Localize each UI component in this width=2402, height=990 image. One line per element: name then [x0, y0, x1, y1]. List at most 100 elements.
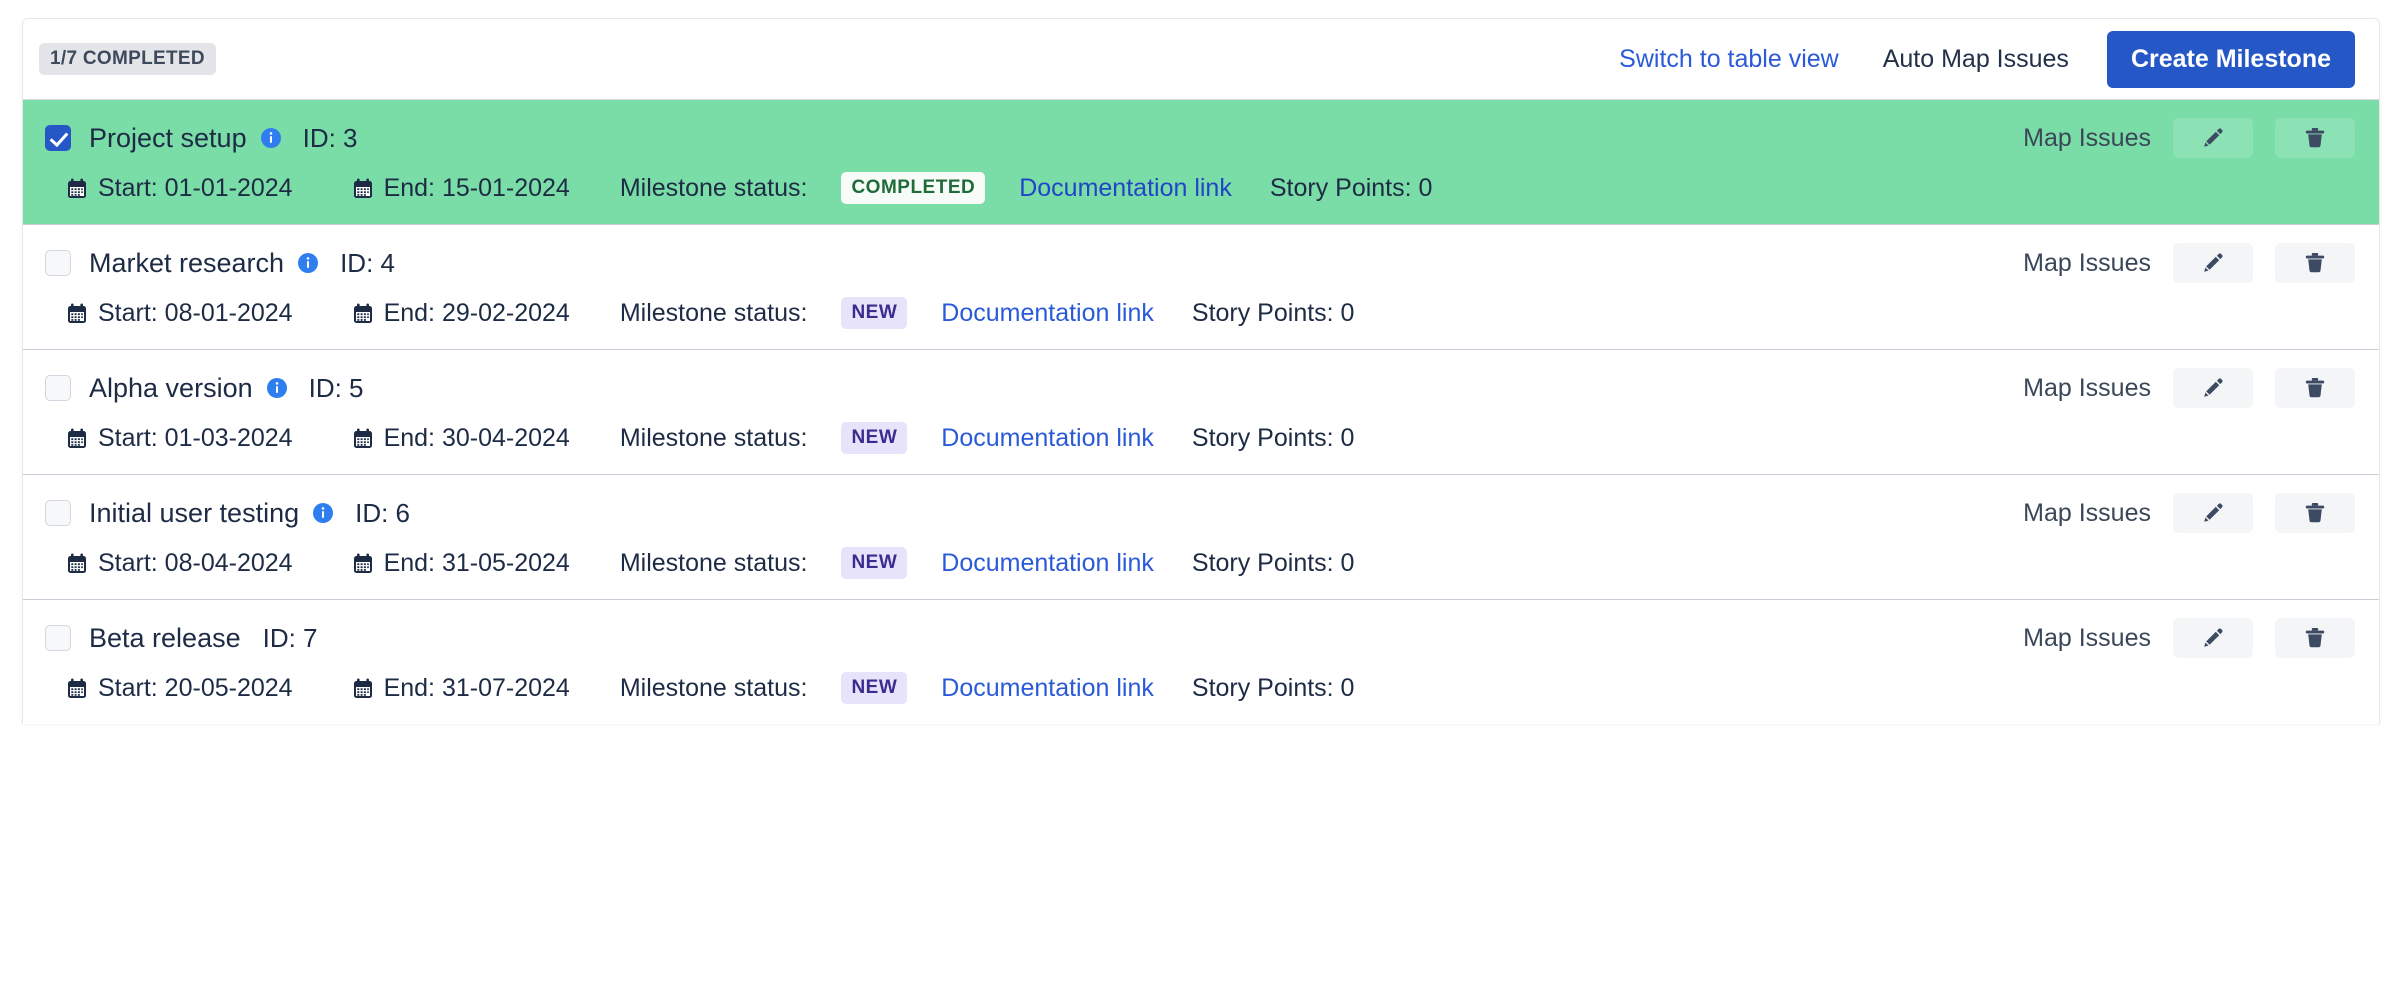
- milestone-id: ID: 6: [355, 498, 410, 529]
- milestone-checkbox[interactable]: [45, 250, 71, 276]
- calendar-icon: [353, 553, 373, 574]
- milestone-title-group: Alpha version ID: 5: [45, 373, 364, 404]
- documentation-link[interactable]: Documentation link: [941, 424, 1154, 453]
- milestone-checkbox[interactable]: [45, 375, 71, 401]
- calendar-icon: [67, 178, 87, 199]
- calendar-icon: [67, 678, 87, 699]
- status-badge: NEW: [841, 547, 907, 579]
- calendar-icon: [353, 303, 373, 324]
- milestone-id: ID: 5: [309, 373, 364, 404]
- progress-badge: 1/7 COMPLETED: [39, 43, 216, 75]
- calendar-icon: [353, 428, 373, 449]
- status-badge: NEW: [841, 672, 907, 704]
- documentation-link[interactable]: Documentation link: [941, 299, 1154, 328]
- status-badge: COMPLETED: [841, 172, 985, 204]
- info-icon[interactable]: [313, 503, 333, 523]
- milestone-checkbox[interactable]: [45, 125, 71, 151]
- milestone-status-label: Milestone status:: [620, 424, 808, 453]
- milestone-end-date: End: 31-05-2024: [353, 549, 570, 578]
- delete-milestone-button[interactable]: [2275, 493, 2355, 533]
- milestones-page: 1/7 COMPLETED Switch to table view Auto …: [0, 0, 2402, 990]
- milestone-start-date: Start: 01-03-2024: [67, 424, 293, 453]
- milestone-name: Project setup: [89, 123, 247, 154]
- map-issues-button[interactable]: Map Issues: [2023, 624, 2151, 653]
- milestone-status-label: Milestone status:: [620, 299, 808, 328]
- milestone-end-date: End: 15-01-2024: [353, 174, 570, 203]
- milestone-start-date: Start: 20-05-2024: [67, 674, 293, 703]
- milestone-row-header: Initial user testingID: 6 Map Issues: [23, 475, 2379, 533]
- milestone-row-header: Market researchID: 4Map Issues: [23, 225, 2379, 283]
- edit-milestone-button[interactable]: [2173, 493, 2253, 533]
- milestone-start-date: Start: 01-01-2024: [67, 174, 293, 203]
- milestone-start-date: Start: 08-04-2024: [67, 549, 293, 578]
- milestone-start-date: Start: 08-01-2024: [67, 299, 293, 328]
- milestone-row: Initial user testingID: 6 Map Issues Start…: [23, 474, 2379, 599]
- card-header: 1/7 COMPLETED Switch to table view Auto …: [23, 19, 2379, 99]
- milestone-end-date: End: 29-02-2024: [353, 299, 570, 328]
- story-points: Story Points: 0: [1270, 174, 1433, 203]
- edit-milestone-button[interactable]: [2173, 368, 2253, 408]
- create-milestone-button[interactable]: Create Milestone: [2107, 31, 2355, 88]
- milestone-row-details: Start: 01-01-2024End: 15-01-2024Mileston…: [23, 158, 2379, 224]
- milestone-end-date: End: 30-04-2024: [353, 424, 570, 453]
- calendar-icon: [67, 428, 87, 449]
- map-issues-button[interactable]: Map Issues: [2023, 374, 2151, 403]
- documentation-link[interactable]: Documentation link: [1019, 174, 1232, 203]
- trash-icon: [2303, 626, 2327, 650]
- trash-icon: [2303, 251, 2327, 275]
- documentation-link[interactable]: Documentation link: [941, 549, 1154, 578]
- milestones-card: 1/7 COMPLETED Switch to table view Auto …: [22, 18, 2380, 724]
- milestone-checkbox[interactable]: [45, 500, 71, 526]
- milestone-row-details: Start: 01-03-2024 End: 30-04-2024 Mileston…: [23, 408, 2379, 474]
- map-issues-button[interactable]: Map Issues: [2023, 249, 2151, 278]
- milestone-list: Project setup ID: 3 Map Issues Start: 01-01…: [23, 99, 2379, 724]
- delete-milestone-button[interactable]: [2275, 243, 2355, 283]
- edit-milestone-button[interactable]: [2173, 618, 2253, 658]
- story-points: Story Points: 0: [1192, 424, 1355, 453]
- milestone-row-details: Start: 08-04-2024End: 31-05-2024Mileston…: [23, 533, 2379, 599]
- milestone-status-label: Milestone status:: [620, 674, 808, 703]
- info-icon[interactable]: [267, 378, 287, 398]
- milestone-row-header: Beta release ID: 7 Map Issues: [23, 600, 2379, 658]
- pencil-icon: [2201, 251, 2225, 275]
- delete-milestone-button[interactable]: [2275, 368, 2355, 408]
- delete-milestone-button[interactable]: [2275, 118, 2355, 158]
- milestone-name: Alpha version: [89, 373, 253, 404]
- milestone-row: Alpha version ID: 5 Map Issues Start: 01-03…: [23, 349, 2379, 474]
- info-icon[interactable]: [261, 128, 281, 148]
- delete-milestone-button[interactable]: [2275, 618, 2355, 658]
- edit-milestone-button[interactable]: [2173, 243, 2253, 283]
- milestone-name: Beta release: [89, 623, 241, 654]
- milestone-id: ID: 7: [263, 623, 318, 654]
- map-issues-button[interactable]: Map Issues: [2023, 124, 2151, 153]
- milestone-title-group: Beta release ID: 7: [45, 623, 318, 654]
- switch-to-table-view-button[interactable]: Switch to table view: [1597, 45, 1861, 74]
- milestone-name: Market research: [89, 248, 284, 279]
- milestone-end-date: End: 31-07-2024: [353, 674, 570, 703]
- pencil-icon: [2201, 626, 2225, 650]
- milestone-row-header: Alpha version ID: 5 Map Issues: [23, 350, 2379, 408]
- story-points: Story Points: 0: [1192, 299, 1355, 328]
- calendar-icon: [353, 678, 373, 699]
- status-badge: NEW: [841, 422, 907, 454]
- calendar-icon: [67, 303, 87, 324]
- map-issues-button[interactable]: Map Issues: [2023, 499, 2151, 528]
- trash-icon: [2303, 501, 2327, 525]
- milestone-title-group: Initial user testingID: 6: [45, 498, 410, 529]
- header-actions: Switch to table view Auto Map Issues Cre…: [1597, 31, 2355, 88]
- story-points: Story Points: 0: [1192, 549, 1355, 578]
- calendar-icon: [353, 178, 373, 199]
- auto-map-issues-button[interactable]: Auto Map Issues: [1861, 45, 2091, 74]
- milestone-row-details: Start: 08-01-2024 End: 29-02-2024 Mileston…: [23, 283, 2379, 349]
- status-badge: NEW: [841, 297, 907, 329]
- edit-milestone-button[interactable]: [2173, 118, 2253, 158]
- info-icon[interactable]: [298, 253, 318, 273]
- milestone-checkbox[interactable]: [45, 625, 71, 651]
- pencil-icon: [2201, 376, 2225, 400]
- milestone-row: Market researchID: 4Map IssuesStart: 08-…: [23, 224, 2379, 349]
- documentation-link[interactable]: Documentation link: [941, 674, 1154, 703]
- trash-icon: [2303, 376, 2327, 400]
- calendar-icon: [67, 553, 87, 574]
- milestone-id: ID: 3: [303, 123, 358, 154]
- milestone-title-group: Project setup ID: 3: [45, 123, 358, 154]
